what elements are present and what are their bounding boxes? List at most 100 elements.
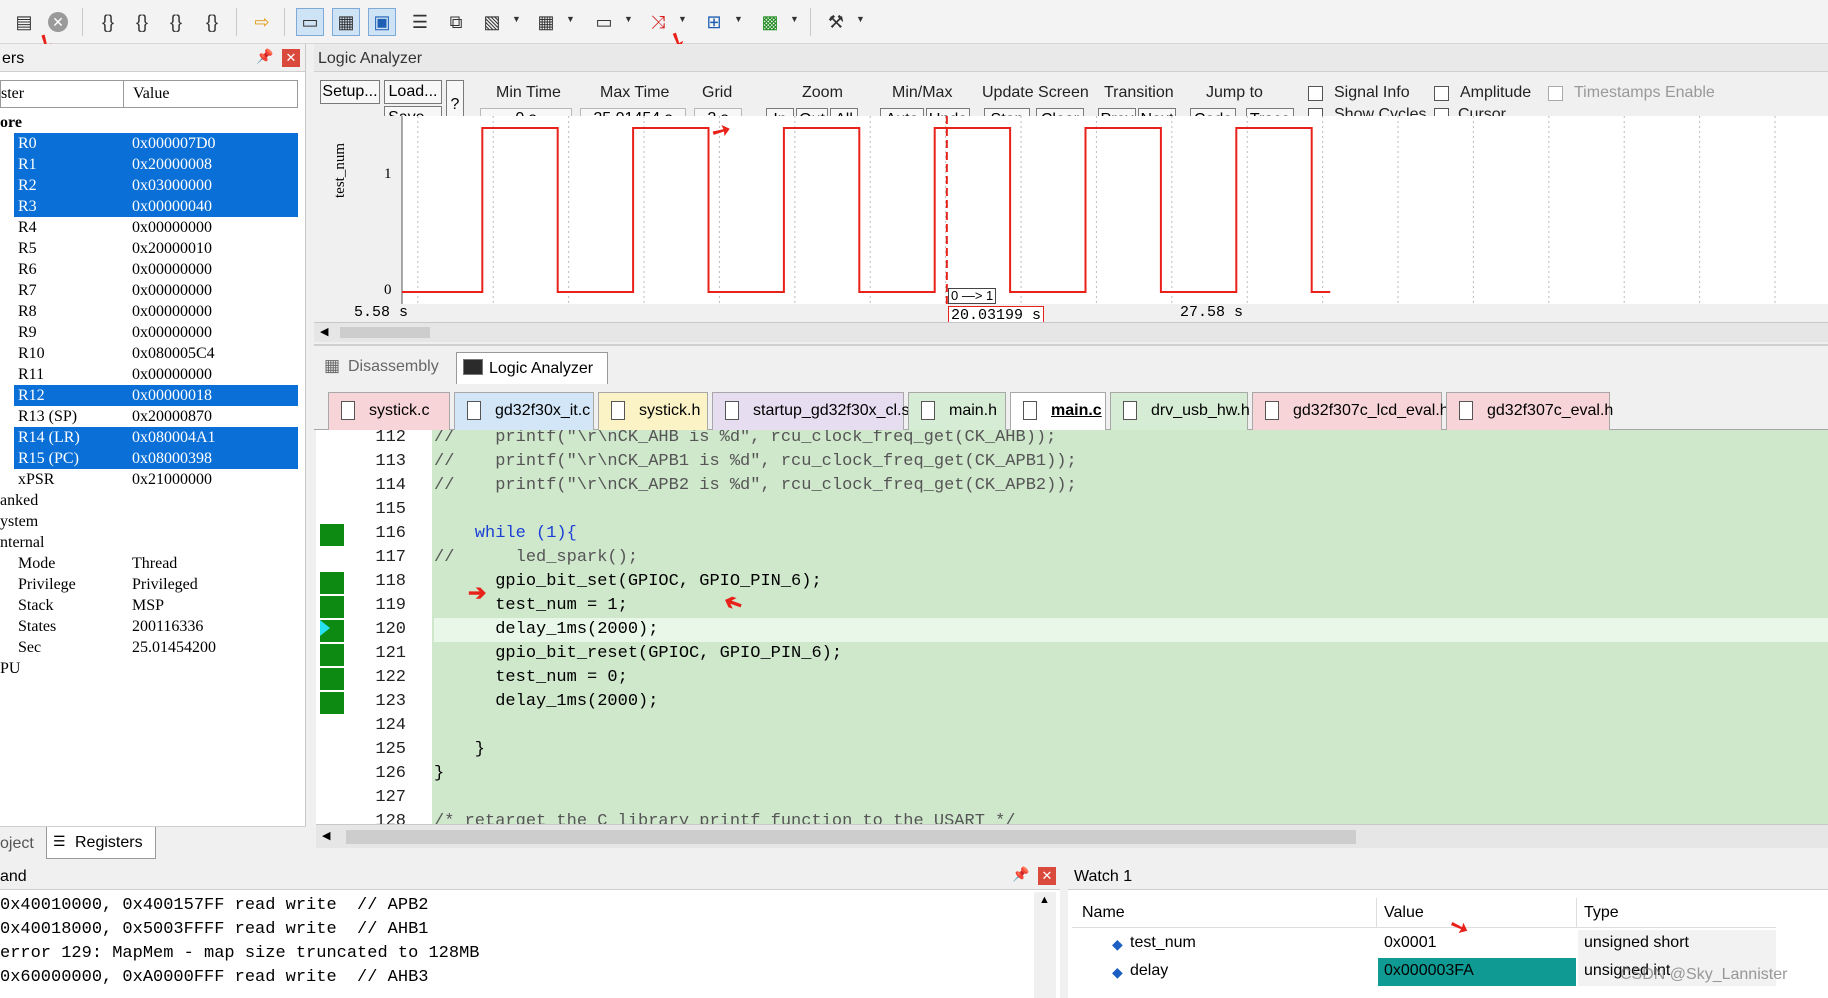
code-area[interactable]: 112 113 114 115 116 117 118 119 120 121 122 123 124 1… <box>316 430 1828 824</box>
code-line[interactable]: gpio_bit_set(GPIOC, GPIO_PIN_6); <box>434 570 1828 594</box>
chevron-down-icon[interactable]: ▼ <box>566 14 575 24</box>
code-line[interactable] <box>434 498 1828 522</box>
code-line[interactable] <box>434 786 1828 810</box>
register-row[interactable]: R6 0x00000000 <box>14 259 298 280</box>
tab-disassembly[interactable]: ▦ Disassembly <box>318 354 448 382</box>
code-line[interactable]: gpio_bit_reset(GPIOC, GPIO_PIN_6); <box>434 642 1828 666</box>
signal-info-checkbox[interactable] <box>1308 86 1323 101</box>
group-internal[interactable]: nternal <box>0 532 44 553</box>
column-header-value[interactable]: Value <box>1384 904 1424 922</box>
code-line[interactable]: // led_spark(); <box>434 546 1828 570</box>
code-line[interactable] <box>434 714 1828 738</box>
scroll-left-icon[interactable]: ◀ <box>322 829 330 842</box>
executable-line-marker[interactable] <box>320 572 344 594</box>
chevron-down-icon[interactable]: ▼ <box>734 14 743 24</box>
scroll-left-icon[interactable]: ◀ <box>320 325 328 338</box>
internal-row[interactable]: States 200116336 <box>14 616 298 637</box>
register-row[interactable]: R0 0x000007D0 <box>14 133 298 154</box>
tab-registers[interactable]: ☰ Registers <box>46 827 156 859</box>
code-line[interactable]: while (1){ <box>434 522 1828 546</box>
chevron-down-icon[interactable]: ▼ <box>624 14 633 24</box>
code-line[interactable]: // printf("\r\nCK_AHB is %d", rcu_clock_… <box>434 430 1828 450</box>
file-tab[interactable]: systick.h <box>598 392 708 430</box>
timestamps-checkbox[interactable] <box>1548 86 1563 101</box>
run-to-cursor-icon[interactable]: {} <box>198 8 226 36</box>
register-row[interactable]: R12 0x00000018 <box>14 385 298 406</box>
internal-row[interactable]: Sec 25.01454200 <box>14 637 298 658</box>
register-row[interactable]: R10 0x080005C4 <box>14 343 298 364</box>
chevron-down-icon[interactable]: ▼ <box>678 14 687 24</box>
symbols-window-icon[interactable]: ▣ <box>368 8 396 36</box>
close-icon[interactable]: ✕ <box>1038 867 1056 885</box>
executable-line-marker[interactable] <box>320 524 344 546</box>
chevron-down-icon[interactable]: ▼ <box>512 14 521 24</box>
chevron-down-icon[interactable]: ▼ <box>790 14 799 24</box>
breakpoint-gutter[interactable] <box>316 430 346 824</box>
step-into-icon[interactable]: {} <box>94 8 122 36</box>
system-viewer-icon[interactable]: ▩ <box>756 8 784 36</box>
watch-row[interactable]: ◆ test_num 0x0001 unsigned short <box>1072 930 1776 958</box>
register-row[interactable]: R7 0x00000000 <box>14 280 298 301</box>
file-tab[interactable]: gd32f30x_it.c <box>454 392 594 430</box>
group-core[interactable]: ore <box>0 112 22 133</box>
code-line[interactable]: /* retarget the C library printf functio… <box>434 810 1828 824</box>
register-row[interactable]: R4 0x00000000 <box>14 217 298 238</box>
trace-windows-icon[interactable]: ⊞ <box>700 8 728 36</box>
scrollbar-thumb[interactable] <box>346 830 1356 844</box>
executable-line-marker[interactable] <box>320 692 344 714</box>
register-row[interactable]: R8 0x00000000 <box>14 301 298 322</box>
register-row[interactable]: R15 (PC) 0x08000398 <box>14 448 298 469</box>
setup-button[interactable]: Setup... <box>320 80 380 104</box>
scrollbar-thumb[interactable] <box>340 327 430 338</box>
show-next-statement-icon[interactable]: ⇨ <box>248 8 276 36</box>
file-tab[interactable]: gd32f307c_eval.h <box>1446 392 1613 430</box>
code-line[interactable]: } <box>434 738 1828 762</box>
call-stack-window-icon[interactable]: ⧉ <box>442 8 470 36</box>
watch-windows-icon[interactable]: ▧ <box>478 8 506 36</box>
code-line[interactable]: delay_1ms(2000); <box>434 618 1828 642</box>
register-row[interactable]: R1 0x20000008 <box>14 154 298 175</box>
code-line[interactable]: } <box>434 762 1828 786</box>
command-window-icon[interactable]: ▭ <box>296 8 324 36</box>
pin-icon[interactable]: 📌 <box>1012 866 1029 883</box>
group-banked[interactable]: anked <box>0 490 38 511</box>
disassembly-window-icon[interactable]: ▦ <box>332 8 360 36</box>
code-line[interactable]: test_num = 0; <box>434 666 1828 690</box>
watch-value[interactable]: 0x000003FA <box>1378 958 1576 986</box>
watch-value[interactable]: 0x0001 <box>1378 930 1576 958</box>
code-line[interactable]: test_num = 1; <box>434 594 1828 618</box>
load-button[interactable]: Load... <box>384 80 442 104</box>
internal-row[interactable]: Stack MSP <box>14 595 298 616</box>
file-tab[interactable]: gd32f307c_lcd_eval.h <box>1252 392 1449 430</box>
column-header-register[interactable]: ster <box>1 85 24 103</box>
file-tab[interactable]: startup_gd32f30x_cl.s <box>712 392 910 430</box>
executable-line-marker[interactable] <box>320 668 344 690</box>
code-line[interactable]: // printf("\r\nCK_APB2 is %d", rcu_clock… <box>434 474 1828 498</box>
toolbox-icon[interactable]: ⚒ <box>822 8 850 36</box>
step-out-icon[interactable]: {} <box>162 8 190 36</box>
executable-line-marker[interactable] <box>320 644 344 666</box>
register-row[interactable]: R5 0x20000010 <box>14 238 298 259</box>
register-row[interactable]: R2 0x03000000 <box>14 175 298 196</box>
code-line[interactable]: delay_1ms(2000); <box>434 690 1828 714</box>
waveform-display[interactable] <box>314 116 1828 344</box>
register-row[interactable]: R13 (SP) 0x20000870 <box>14 406 298 427</box>
executable-line-marker[interactable] <box>320 596 344 618</box>
file-tab[interactable]: main.c <box>1010 392 1106 430</box>
amplitude-checkbox[interactable] <box>1434 86 1449 101</box>
column-header-type[interactable]: Type <box>1584 904 1619 922</box>
tab-logic-analyzer[interactable]: Logic Analyzer <box>456 352 608 384</box>
group-fpu[interactable]: PU <box>0 658 20 679</box>
file-tab[interactable]: systick.c <box>328 392 450 430</box>
register-row[interactable]: R11 0x00000000 <box>14 364 298 385</box>
column-header-value[interactable]: Value <box>133 85 169 103</box>
code-text[interactable]: // printf("\r\nCK_AHB is %d", rcu_clock_… <box>434 430 1828 824</box>
file-tab[interactable]: main.h <box>908 392 1006 430</box>
internal-row[interactable]: Privilege Privileged <box>14 574 298 595</box>
analysis-windows-icon[interactable]: ⤨ <box>644 8 672 36</box>
register-row[interactable]: xPSR 0x21000000 <box>14 469 298 490</box>
step-over-icon[interactable]: {} <box>128 8 156 36</box>
la-horizontal-scrollbar[interactable]: ◀ <box>314 322 1828 342</box>
group-system[interactable]: ystem <box>0 511 38 532</box>
column-header-name[interactable]: Name <box>1082 904 1125 922</box>
